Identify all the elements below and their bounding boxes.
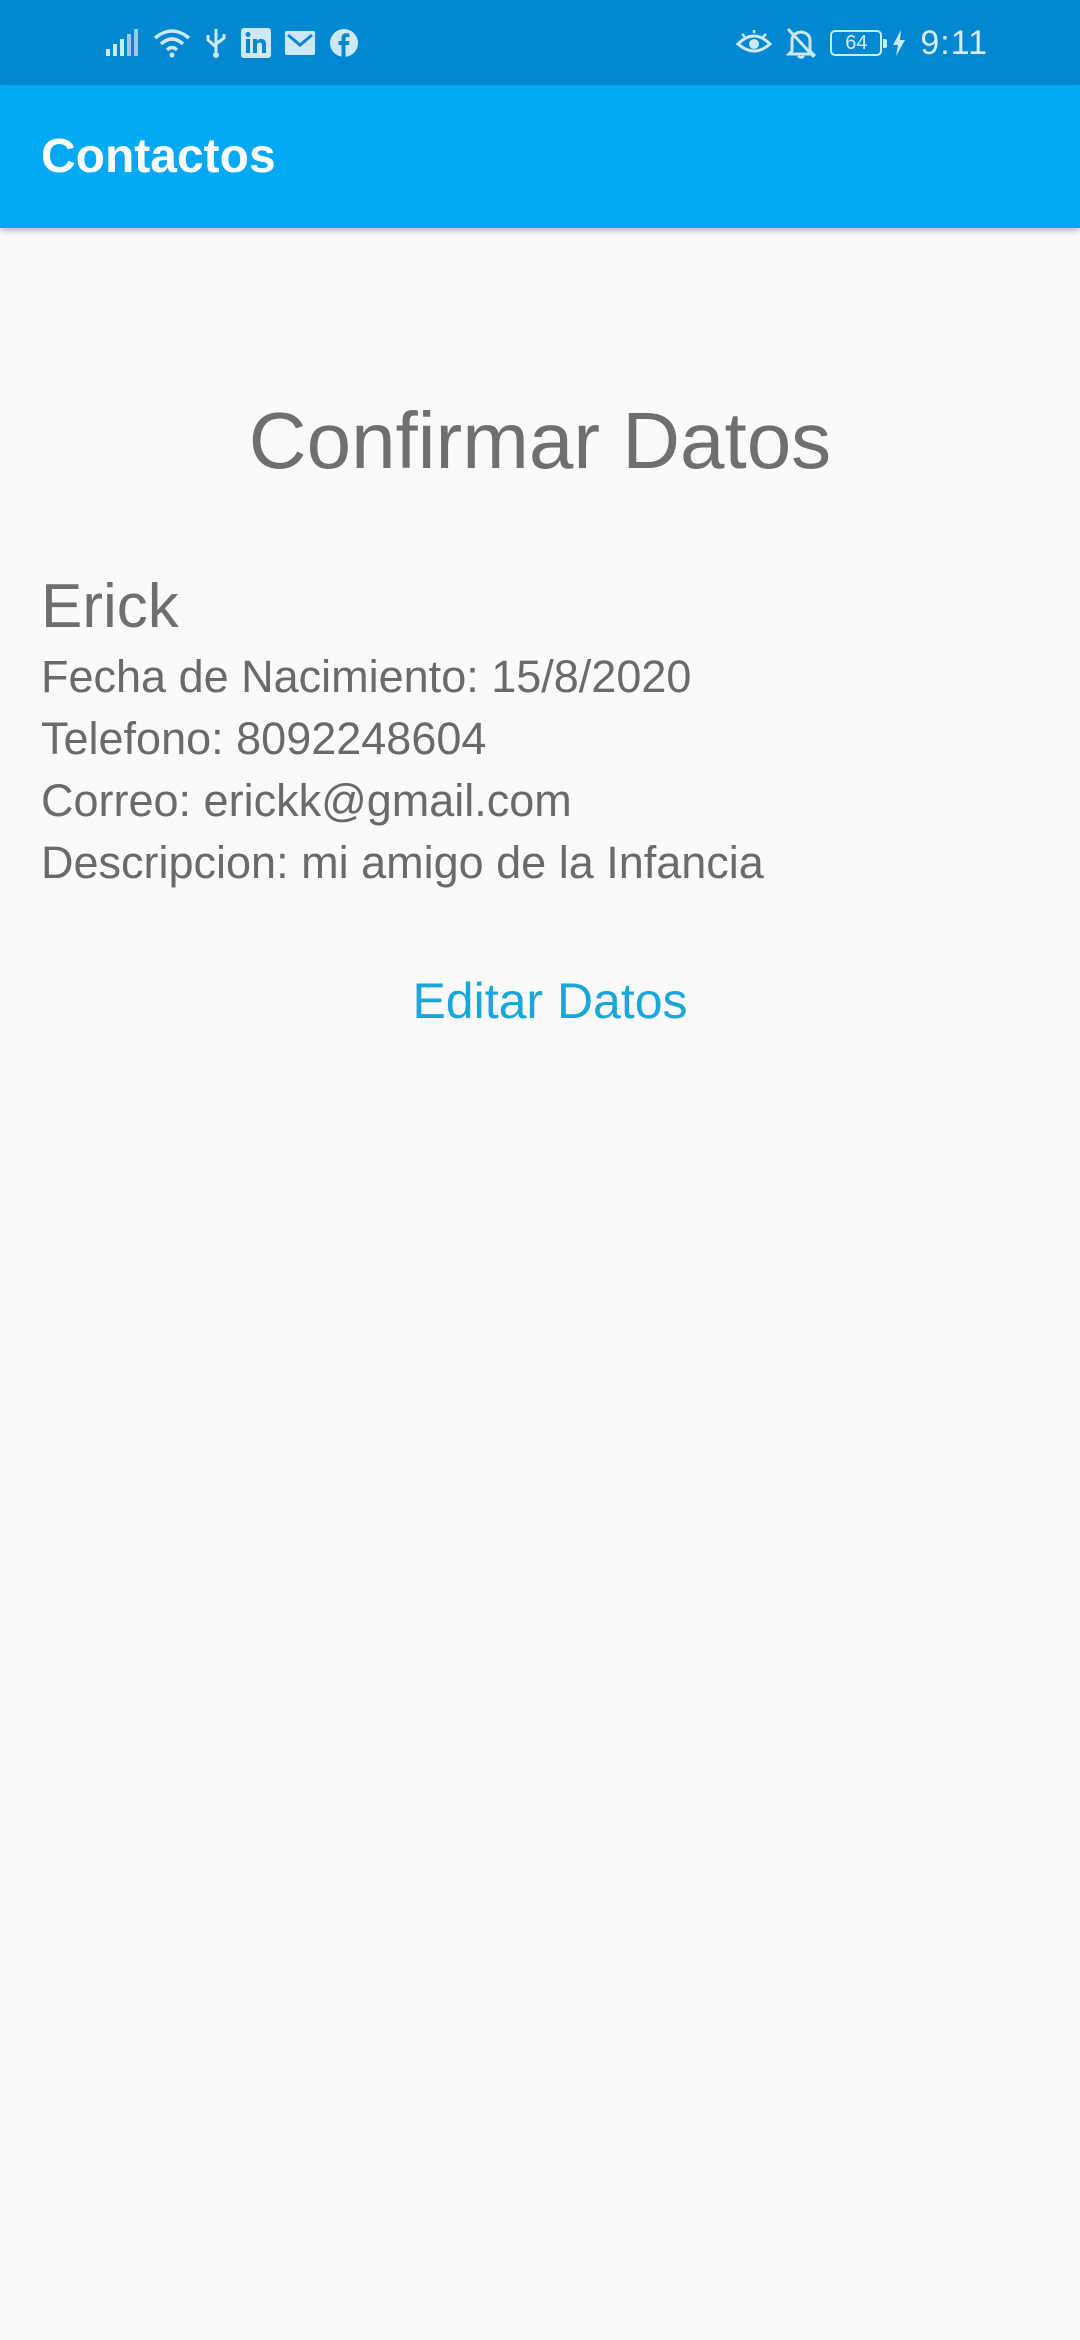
usb-icon [205, 27, 227, 59]
status-icons-left [105, 22, 359, 64]
app-title: Contactos [41, 130, 276, 183]
email-text: Correo: erickk@gmail.com [41, 775, 572, 826]
signal-icon [105, 29, 139, 57]
status-icons-right: 64 9:11 [736, 22, 988, 64]
app-bar: Contactos [0, 85, 1080, 228]
battery-icon: 64 [830, 30, 888, 56]
charging-icon [892, 30, 906, 56]
linkedin-icon [241, 28, 271, 58]
page-title: Confirmar Datos [248, 396, 832, 485]
edit-data-button[interactable]: Editar Datos [350, 961, 750, 1041]
gmail-icon [285, 31, 315, 55]
status-bar: 64 9:11 [0, 0, 1080, 85]
contact-name: Erick [41, 572, 179, 641]
eye-comfort-icon [736, 30, 773, 56]
notifications-off-icon [786, 27, 817, 59]
phone-text: Telefono: 8092248604 [41, 713, 487, 764]
birth-date-text: Fecha de Nacimiento: 15/8/2020 [41, 651, 692, 702]
wifi-icon [153, 28, 191, 58]
facebook-icon [329, 28, 359, 58]
description-text: Descripcion: mi amigo de la Infancia [41, 837, 764, 888]
status-time: 9:11 [920, 23, 988, 62]
